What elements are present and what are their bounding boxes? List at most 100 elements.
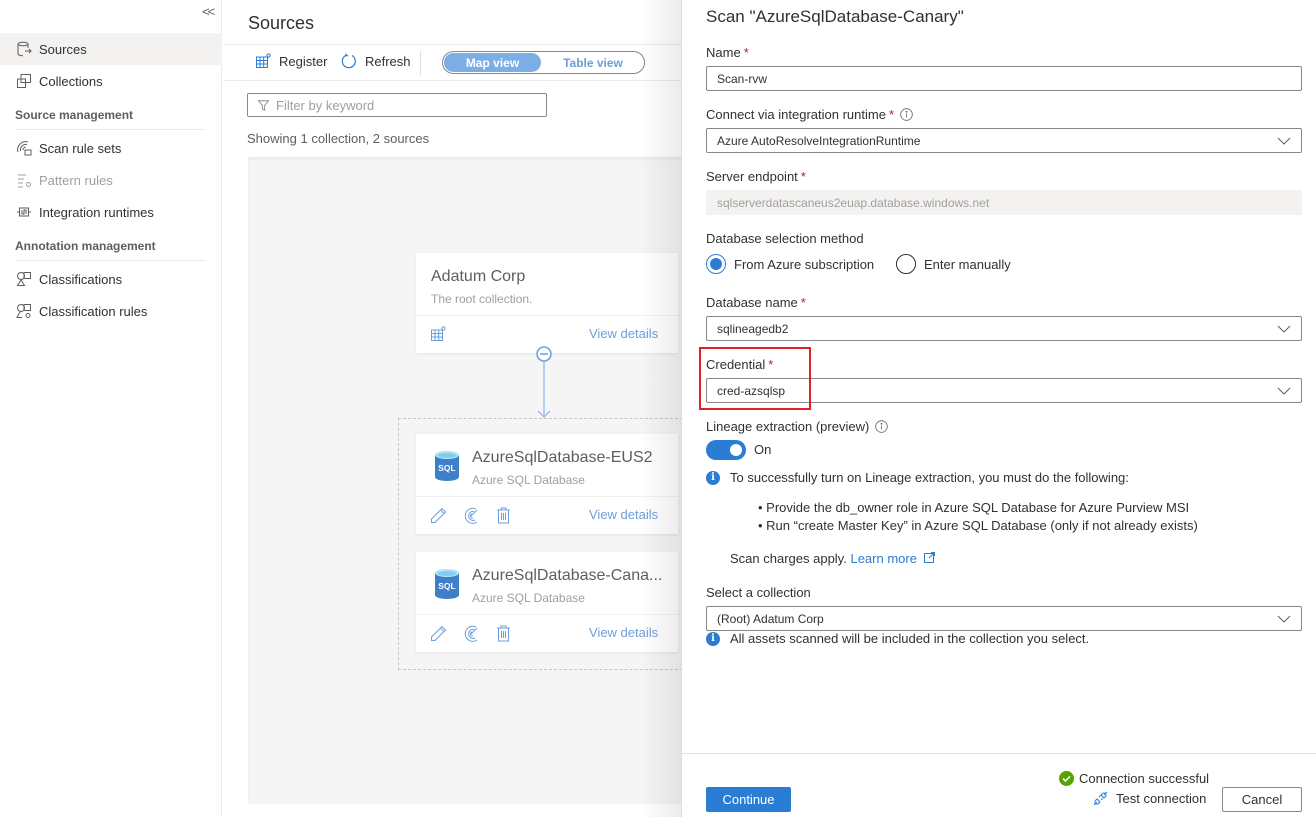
- sql-database-icon: SQL: [434, 450, 460, 487]
- external-link-icon: [923, 552, 935, 563]
- source-type: Azure SQL Database: [472, 473, 585, 487]
- collapse-connector: [536, 346, 552, 419]
- collapse-sidebar-button[interactable]: <<: [202, 4, 215, 19]
- info-filled-icon: i: [706, 631, 720, 646]
- sidebar-item-collections[interactable]: Collections: [0, 65, 222, 97]
- sidebar-item-label: Sources: [39, 41, 87, 57]
- sidebar-item-classification-rules[interactable]: Classification rules: [0, 295, 222, 327]
- radio-selected-icon: [706, 254, 726, 274]
- scan-charges: Scan charges apply. Learn more: [730, 551, 935, 566]
- toolbar-divider: [420, 51, 421, 75]
- runtime-label: Connect via integration runtime *: [706, 107, 913, 122]
- scan-icon[interactable]: [462, 625, 479, 647]
- page-title: Sources: [248, 13, 315, 33]
- lineage-toggle[interactable]: [706, 440, 746, 460]
- plug-icon: [1093, 791, 1108, 806]
- map-view-button[interactable]: Map view: [444, 53, 541, 72]
- lineage-label: Lineage extraction (preview): [706, 419, 889, 434]
- section-heading-source-management: Source management: [15, 108, 206, 130]
- svg-text:SQL: SQL: [438, 581, 455, 591]
- cancel-button[interactable]: Cancel: [1222, 787, 1302, 812]
- edit-icon[interactable]: [430, 507, 447, 529]
- database-arrow-icon: [15, 40, 33, 58]
- source-title: AzureSqlDatabase-Cana...: [472, 567, 663, 584]
- server-endpoint-input: sqlserverdatascaneus2euap.database.windo…: [706, 190, 1302, 215]
- sidebar-item-label: Scan rule sets: [39, 140, 122, 156]
- sidebar-item-scan-rule-sets[interactable]: Scan rule sets: [0, 132, 222, 164]
- sidebar-item-label: Collections: [39, 73, 103, 89]
- collections-icon: [15, 72, 33, 90]
- chevron-down-icon: [1277, 325, 1291, 333]
- sidebar: << Sources Collections Source management…: [0, 0, 222, 817]
- sidebar-item-label: Classifications: [39, 271, 123, 287]
- chevron-down-icon: [1277, 137, 1291, 145]
- endpoint-label: Server endpoint *: [706, 169, 806, 184]
- source-type: Azure SQL Database: [472, 591, 585, 605]
- toggle-state: On: [754, 442, 772, 457]
- scan-panel: Scan "AzureSqlDatabase-Canary" Name * Sca…: [681, 0, 1316, 817]
- footer-divider: [682, 753, 1316, 754]
- integration-runtime-icon: [15, 203, 33, 221]
- filter-input[interactable]: Filter by keyword: [247, 93, 547, 117]
- svg-text:SQL: SQL: [438, 463, 455, 473]
- refresh-button[interactable]: Refresh: [341, 53, 411, 69]
- sidebar-item-sources[interactable]: Sources: [0, 33, 222, 65]
- learn-more-link[interactable]: Learn more: [850, 551, 935, 566]
- results-count: Showing 1 collection, 2 sources: [247, 131, 430, 146]
- panel-shadow: [640, 0, 682, 817]
- db-method-label: Database selection method: [706, 231, 864, 246]
- lineage-bullet: • Provide the db_owner role in Azure SQL…: [758, 500, 1190, 515]
- register-button[interactable]: Register: [255, 53, 327, 69]
- panel-title: Scan "AzureSqlDatabase-Canary": [706, 7, 964, 26]
- collection-subtitle: The root collection.: [431, 292, 533, 306]
- name-label: Name *: [706, 45, 749, 60]
- section-heading-annotation-management: Annotation management: [15, 239, 206, 261]
- edit-icon[interactable]: [430, 625, 447, 647]
- delete-icon[interactable]: [496, 507, 511, 529]
- scan-icon[interactable]: [462, 507, 479, 529]
- name-input[interactable]: Scan-rvw: [706, 66, 1302, 91]
- collection-dropdown[interactable]: (Root) Adatum Corp: [706, 606, 1302, 631]
- database-name-dropdown[interactable]: sqlineagedb2: [706, 316, 1302, 341]
- info-filled-icon: i: [706, 470, 720, 485]
- classifications-icon: [15, 270, 33, 288]
- db-name-label: Database name *: [706, 295, 806, 310]
- chevron-down-icon: [1277, 615, 1291, 623]
- sidebar-item-classifications[interactable]: Classifications: [0, 263, 222, 295]
- table-view-button[interactable]: Table view: [545, 53, 641, 72]
- continue-button[interactable]: Continue: [706, 787, 791, 812]
- filter-icon: [258, 99, 269, 111]
- classification-rules-icon: [15, 302, 33, 320]
- pattern-rules-icon: [15, 171, 33, 189]
- scan-rule-icon: [15, 139, 33, 157]
- toolbar: Register Refresh Map view Table view: [223, 44, 683, 81]
- sidebar-item-pattern-rules[interactable]: Pattern rules: [0, 164, 222, 196]
- sidebar-item-label: Integration runtimes: [39, 204, 154, 220]
- lineage-info: i To successfully turn on Lineage extrac…: [706, 470, 1129, 485]
- source-card[interactable]: SQL AzureSqlDatabase-EUS2 Azure SQL Data…: [416, 434, 678, 534]
- chevron-down-icon: [1277, 387, 1291, 395]
- register-source-icon[interactable]: [430, 326, 446, 347]
- runtime-dropdown[interactable]: Azure AutoResolveIntegrationRuntime: [706, 128, 1302, 153]
- delete-icon[interactable]: [496, 625, 511, 647]
- lineage-bullet: • Run “create Master Key” in Azure SQL D…: [758, 518, 1198, 533]
- root-collection-card[interactable]: Adatum Corp The root collection. View de…: [416, 253, 678, 353]
- highlight-box: [699, 347, 811, 410]
- test-connection-button[interactable]: Test connection: [1093, 791, 1206, 806]
- sql-database-icon: SQL: [434, 568, 460, 605]
- collection-info: i All assets scanned will be included in…: [706, 631, 1089, 646]
- source-title: AzureSqlDatabase-EUS2: [472, 449, 653, 466]
- source-card[interactable]: SQL AzureSqlDatabase-Cana... Azure SQL D…: [416, 552, 678, 652]
- success-check-icon: [1059, 771, 1074, 786]
- radio-from-azure-subscription[interactable]: From Azure subscription: [706, 254, 874, 274]
- sidebar-item-label: Pattern rules: [39, 172, 113, 188]
- collection-title: Adatum Corp: [431, 268, 526, 285]
- radio-empty-icon: [896, 254, 916, 274]
- connection-status: Connection successful: [1059, 771, 1209, 786]
- radio-enter-manually[interactable]: Enter manually: [896, 254, 1011, 274]
- register-icon: [256, 53, 271, 68]
- view-toggle: Map view Table view: [442, 51, 645, 74]
- sidebar-item-integration-runtimes[interactable]: Integration runtimes: [0, 196, 222, 228]
- info-icon: [875, 420, 889, 433]
- sidebar-item-label: Classification rules: [39, 303, 148, 319]
